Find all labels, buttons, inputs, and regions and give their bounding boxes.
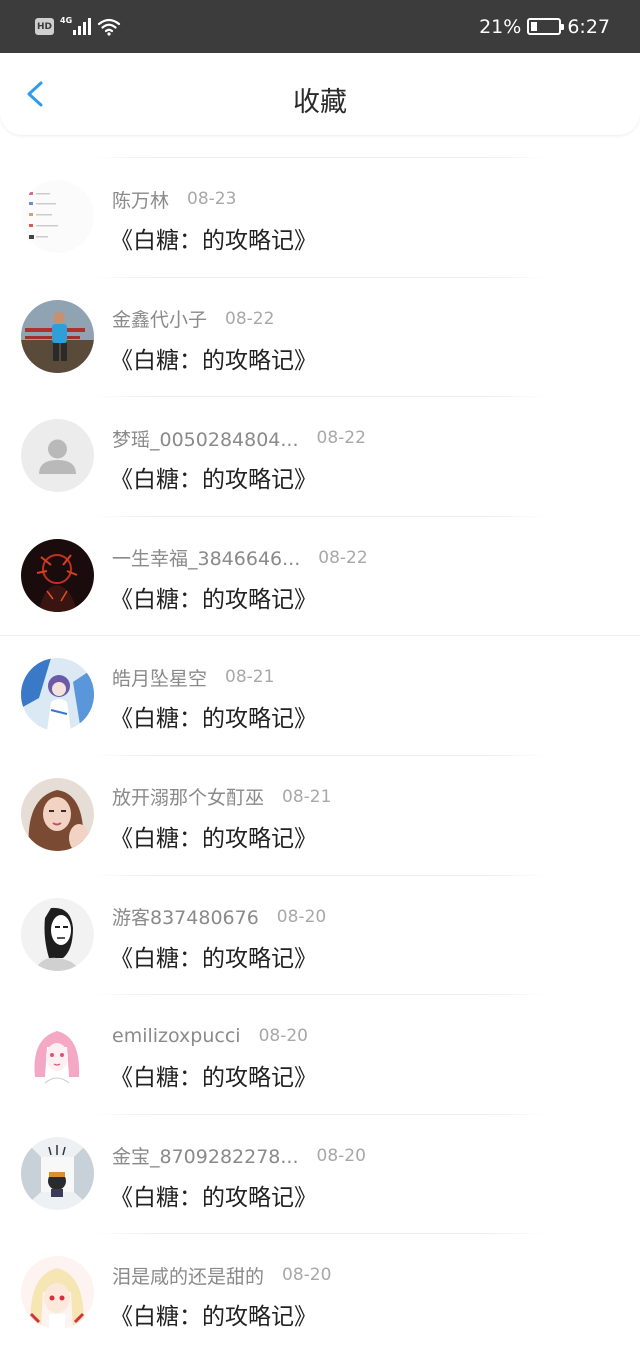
list-item[interactable]: 放开溺那个女酊巫 08-21 《白糖：的攻略记》 [0, 754, 640, 875]
story-title[interactable]: 《白糖：的攻略记》 [110, 939, 317, 973]
signal-icon [73, 18, 92, 35]
username[interactable]: 金鑫代小子 [112, 305, 207, 332]
item-meta: 金鑫代小子 08-22 [112, 305, 275, 332]
story-title[interactable]: 《白糖：的攻略记》 [110, 1058, 317, 1092]
list-item[interactable]: emilizoxpucci 08-20 《白糖：的攻略记》 [0, 994, 640, 1114]
list-item[interactable]: 梦瑶_0050284804... 08-22 《白糖：的攻略记》 [0, 396, 640, 516]
list-item[interactable]: 游客837480676 08-20 《白糖：的攻略记》 [0, 874, 640, 995]
date: 08-22 [225, 308, 275, 329]
avatar[interactable] [21, 897, 94, 971]
date: 08-21 [282, 786, 332, 807]
avatar[interactable] [21, 180, 94, 253]
date: 08-20 [258, 1026, 308, 1047]
item-meta: 皓月坠星空 08-21 [112, 664, 275, 691]
story-title[interactable]: 《白糖：的攻略记》 [110, 699, 317, 733]
default-user-icon [21, 419, 94, 493]
username[interactable]: 金宝_8709282278... [112, 1142, 299, 1169]
list-item[interactable]: 皓月坠星空 08-21 《白糖：的攻略记》 [0, 635, 640, 755]
item-meta: 游客837480676 08-20 [112, 903, 327, 930]
date: 08-22 [316, 428, 366, 449]
battery-level [531, 22, 537, 31]
list-item[interactable]: 金鑫代小子 08-22 《白糖：的攻略记》 [0, 276, 640, 397]
clock: 6:27 [567, 15, 610, 38]
avatar[interactable] [21, 299, 94, 373]
battery-percent: 21% [479, 15, 522, 38]
story-title[interactable]: 《白糖：的攻略记》 [110, 221, 317, 255]
hd-icon: HD [35, 18, 54, 35]
status-right: 21% 6:27 [479, 16, 610, 38]
username[interactable]: 游客837480676 [112, 903, 259, 930]
item-meta: 放开溺那个女酊巫 08-21 [112, 783, 332, 810]
username[interactable]: 一生幸福_3846646... [112, 544, 300, 571]
username[interactable]: emilizoxpucci [112, 1025, 241, 1047]
avatar[interactable] [21, 1136, 94, 1210]
list-item[interactable]: 泪是咸的还是甜的 08-20 《白糖：的攻略记》 [0, 1233, 640, 1351]
list-item[interactable]: 金宝_8709282278... 08-20 《白糖：的攻略记》 [0, 1113, 640, 1234]
story-title[interactable]: 《白糖：的攻略记》 [110, 1297, 317, 1331]
favorites-list: 陈万林 08-23 《白糖：的攻略记》 金鑫代小子 08-22 《白糖：的攻略记… [0, 157, 640, 1351]
avatar[interactable] [21, 1256, 94, 1330]
date: 08-20 [316, 1145, 366, 1166]
avatar[interactable] [21, 419, 94, 493]
date: 08-20 [282, 1265, 332, 1286]
date: 08-22 [318, 547, 368, 568]
date: 08-21 [225, 667, 275, 688]
username[interactable]: 放开溺那个女酊巫 [112, 783, 264, 810]
list-item[interactable]: 陈万林 08-23 《白糖：的攻略记》 [0, 157, 640, 277]
item-meta: 金宝_8709282278... 08-20 [112, 1142, 366, 1169]
item-meta: 泪是咸的还是甜的 08-20 [112, 1262, 332, 1289]
nav-header: 收藏 [0, 53, 640, 135]
status-bar: HD 4G 21% 6:27 [0, 0, 640, 53]
battery-icon [527, 18, 565, 35]
wifi-icon [98, 18, 121, 36]
avatar[interactable] [21, 777, 94, 851]
item-meta: 一生幸福_3846646... 08-22 [112, 544, 368, 571]
username[interactable]: 陈万林 [112, 186, 169, 213]
story-title[interactable]: 《白糖：的攻略记》 [110, 580, 317, 614]
username[interactable]: 梦瑶_0050284804... [112, 425, 299, 452]
username[interactable]: 泪是咸的还是甜的 [112, 1262, 264, 1289]
story-title[interactable]: 《白糖：的攻略记》 [110, 460, 317, 494]
date: 08-20 [276, 906, 327, 927]
avatar[interactable] [21, 538, 94, 612]
list-item[interactable]: 一生幸福_3846646... 08-22 《白糖：的攻略记》 [0, 515, 640, 636]
item-meta: 陈万林 08-23 [112, 186, 237, 213]
story-title[interactable]: 《白糖：的攻略记》 [110, 341, 317, 375]
network-type: 4G [60, 16, 73, 25]
item-meta: 梦瑶_0050284804... 08-22 [112, 425, 366, 452]
username[interactable]: 皓月坠星空 [112, 664, 207, 691]
date: 08-23 [187, 189, 237, 209]
story-title[interactable]: 《白糖：的攻略记》 [110, 1178, 317, 1212]
avatar[interactable] [21, 658, 94, 732]
story-title[interactable]: 《白糖：的攻略记》 [110, 819, 317, 853]
avatar[interactable] [21, 1017, 94, 1091]
page-title: 收藏 [293, 87, 347, 118]
status-left: HD 4G [35, 16, 121, 36]
item-meta: emilizoxpucci 08-20 [112, 1024, 308, 1048]
